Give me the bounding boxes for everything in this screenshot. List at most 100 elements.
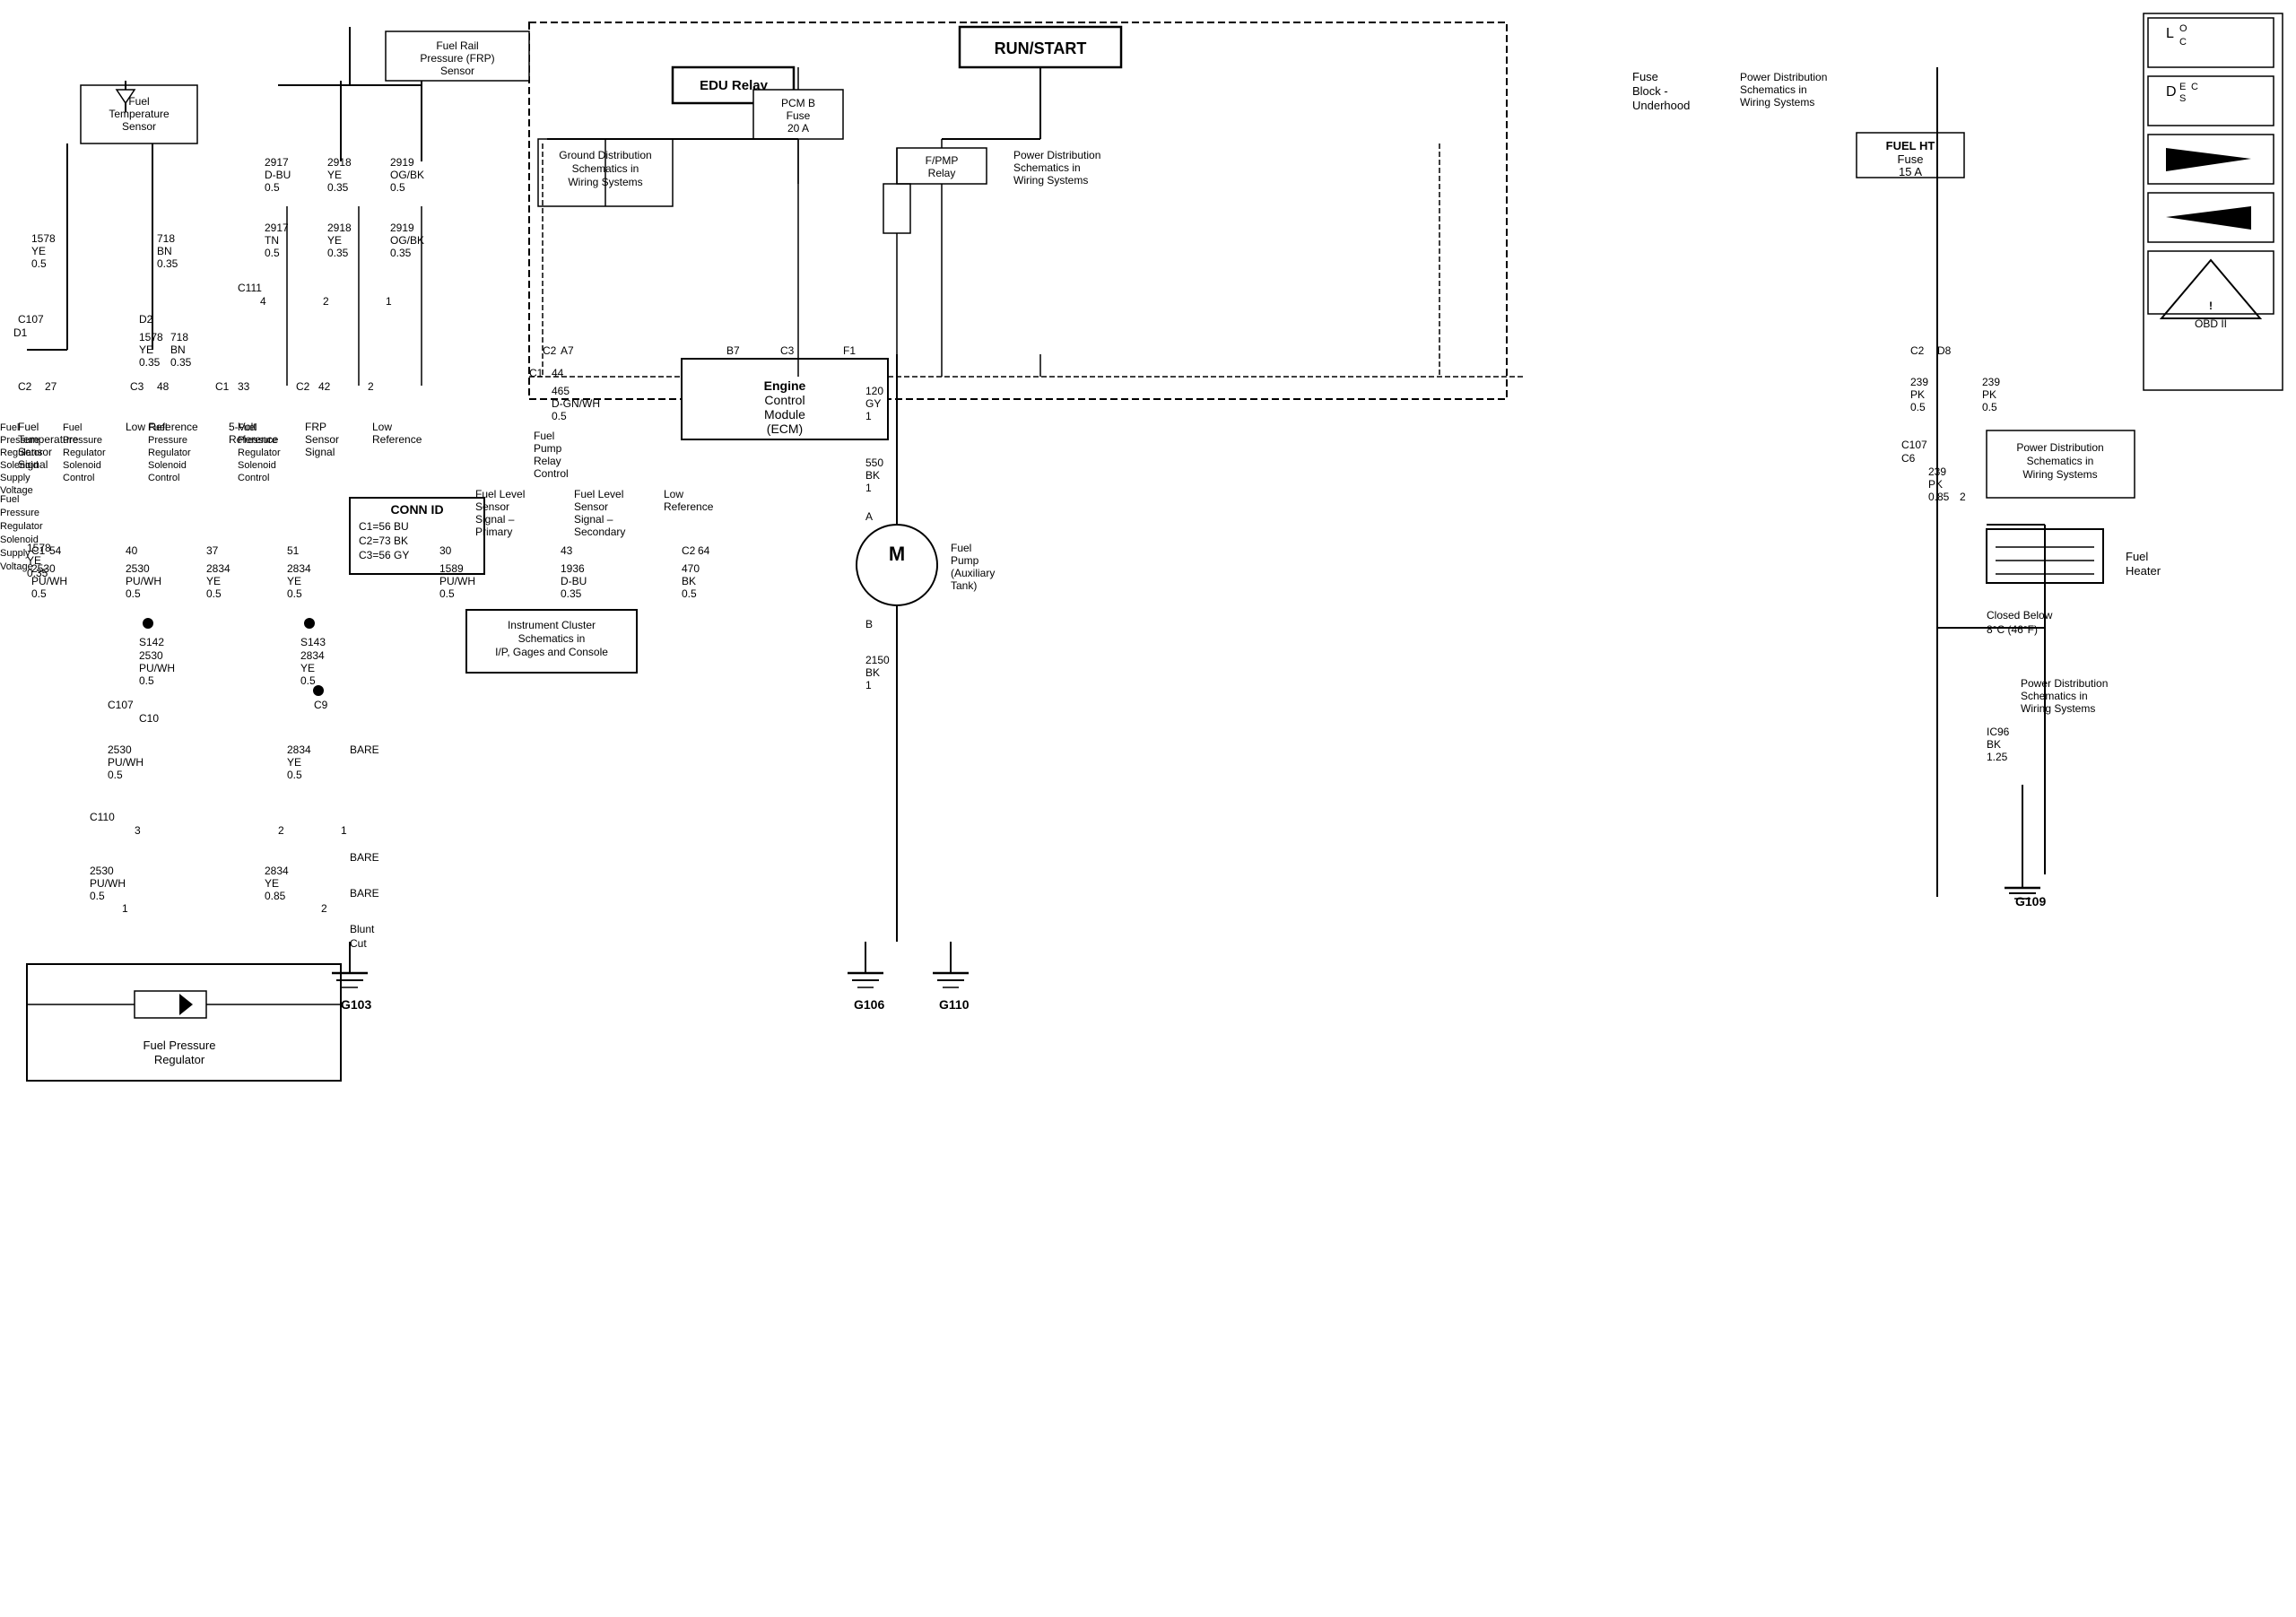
- c9-51-label: 51: [287, 544, 300, 557]
- fpmp-relay-label: F/PMP: [926, 154, 959, 167]
- svg-text:Wiring Systems: Wiring Systems: [2021, 702, 2095, 715]
- svg-text:0.5: 0.5: [1910, 401, 1926, 413]
- c9-label: C9: [314, 699, 328, 711]
- svg-text:BK: BK: [865, 666, 880, 679]
- c9-dot: [313, 685, 324, 696]
- svg-text:D-BU: D-BU: [561, 575, 587, 587]
- svg-text:0.5: 0.5: [287, 769, 302, 781]
- svg-text:470: 470: [682, 562, 700, 575]
- power-dist-1-label: Power Distribution: [1740, 71, 1827, 83]
- c107-c10-label: C107: [108, 699, 134, 711]
- wire-2918-ye-label: 2918: [327, 156, 352, 169]
- svg-text:PU/WH: PU/WH: [139, 662, 175, 674]
- svg-text:0.85: 0.85: [1928, 491, 1950, 503]
- wire-2530-3-label: 2530: [90, 865, 114, 877]
- svg-text:Heater: Heater: [2126, 564, 2161, 578]
- svg-text:Solenoid: Solenoid: [148, 460, 187, 471]
- frp-sensor-label: Fuel Rail: [436, 39, 478, 52]
- g106-label: G106: [854, 997, 884, 1012]
- fuel-level-secondary-label: Fuel Level: [574, 488, 623, 500]
- svg-text:BK: BK: [682, 575, 696, 587]
- instrument-cluster-label: Instrument Cluster: [508, 619, 596, 631]
- c2d8-label: C2: [1910, 344, 1925, 357]
- svg-text:0.5: 0.5: [31, 587, 47, 600]
- fuel-pressure-regulator-label: Fuel Pressure: [144, 1039, 216, 1052]
- power-dist-4-label: Power Distribution: [2021, 677, 2108, 690]
- motor-symbol: M: [889, 543, 905, 565]
- run-start-label: RUN/START: [995, 39, 1087, 57]
- c2a7-label: C2: [543, 344, 557, 357]
- svg-text:Schematics in: Schematics in: [518, 632, 586, 645]
- fp-relay-ctrl-label: Fuel: [534, 430, 554, 442]
- fuse-block-label2: Block -: [1632, 84, 1668, 98]
- loc-label: L: [2166, 26, 2174, 41]
- fp-reg-solenoid-ctrl3: Fuel: [238, 422, 257, 433]
- svg-text:BN: BN: [157, 245, 172, 257]
- svg-text:1: 1: [122, 902, 128, 915]
- c3-label2: C3: [780, 344, 795, 357]
- svg-text:1: 1: [865, 482, 872, 494]
- svg-text:C1=56 BU: C1=56 BU: [359, 520, 409, 533]
- svg-text:Voltage: Voltage: [0, 485, 33, 496]
- svg-text:O: O: [2179, 23, 2187, 34]
- bare-2-label: BARE: [350, 851, 379, 864]
- low-ref-2-label: Low: [372, 421, 392, 433]
- c10-40-label: 40: [126, 544, 138, 557]
- fuel-pump-aux-label: Fuel: [951, 542, 971, 554]
- svg-text:OG/BK: OG/BK: [390, 234, 424, 247]
- svg-text:Module: Module: [764, 407, 805, 422]
- svg-text:0.5: 0.5: [126, 587, 141, 600]
- svg-text:GY: GY: [865, 397, 881, 410]
- svg-text:C: C: [2191, 82, 2198, 92]
- a-label: A: [865, 510, 873, 523]
- wire-550-bk-label: 550: [865, 456, 883, 469]
- desc-label: D: [2166, 84, 2177, 100]
- svg-text:0.5: 0.5: [1982, 401, 1997, 413]
- svg-text:C: C: [2179, 37, 2187, 48]
- svg-text:Sensor: Sensor: [122, 120, 156, 133]
- svg-text:0.5: 0.5: [300, 674, 316, 687]
- svg-text:2: 2: [368, 380, 374, 393]
- svg-text:PU/WH: PU/WH: [439, 575, 475, 587]
- svg-text:C3=56 GY: C3=56 GY: [359, 549, 409, 561]
- svg-text:YE: YE: [327, 234, 342, 247]
- svg-text:C10: C10: [139, 712, 159, 725]
- wire-239-pk1-label: 239: [1910, 376, 1928, 388]
- svg-text:Signal –: Signal –: [475, 513, 515, 526]
- svg-text:Control: Control: [534, 467, 569, 480]
- ecm-label: Engine: [764, 378, 806, 393]
- svg-text:YE: YE: [287, 756, 301, 769]
- schematic-container: RUN/START EDU Relay Fuse Block - Underho…: [0, 0, 2296, 1617]
- f1-label: F1: [843, 344, 856, 357]
- svg-text:Schematics in: Schematics in: [1013, 161, 1081, 174]
- svg-text:33: 33: [238, 380, 250, 393]
- s142-splice: [143, 618, 153, 629]
- c2-64-label: C2: [682, 544, 696, 557]
- svg-text:Secondary: Secondary: [574, 526, 625, 538]
- fuse-block-label: Fuse: [1632, 70, 1658, 83]
- svg-text:PK: PK: [1928, 478, 1943, 491]
- wire-2917-tn-label: 2917: [265, 222, 289, 234]
- wire-465-label: 465: [552, 385, 570, 397]
- svg-text:Control: Control: [148, 473, 179, 483]
- svg-text:YE: YE: [300, 662, 315, 674]
- svg-text:E: E: [2179, 82, 2186, 92]
- closed-below-label: Closed Below: [1987, 609, 2053, 622]
- s143-splice: [304, 618, 315, 629]
- svg-text:Fuse: Fuse: [1898, 152, 1924, 166]
- svg-text:I/P, Gages and Console: I/P, Gages and Console: [495, 646, 608, 658]
- conn-id-label: CONN ID: [390, 502, 443, 517]
- svg-text:Regulator: Regulator: [63, 448, 106, 458]
- wiring-diagram: RUN/START EDU Relay Fuse Block - Underho…: [0, 0, 2296, 1617]
- svg-text:2834: 2834: [206, 562, 230, 575]
- svg-text:Sensor: Sensor: [475, 500, 509, 513]
- svg-text:YE: YE: [27, 554, 41, 567]
- svg-text:0.35: 0.35: [157, 257, 178, 270]
- svg-text:2: 2: [278, 824, 284, 837]
- d2-label: D2: [139, 313, 153, 326]
- svg-text:0.35: 0.35: [170, 356, 192, 369]
- s143-label: S143: [300, 636, 326, 648]
- svg-text:42: 42: [318, 380, 331, 393]
- svg-text:Schematics in: Schematics in: [2021, 690, 2088, 702]
- wire-2530-2-label: 2530: [108, 743, 132, 756]
